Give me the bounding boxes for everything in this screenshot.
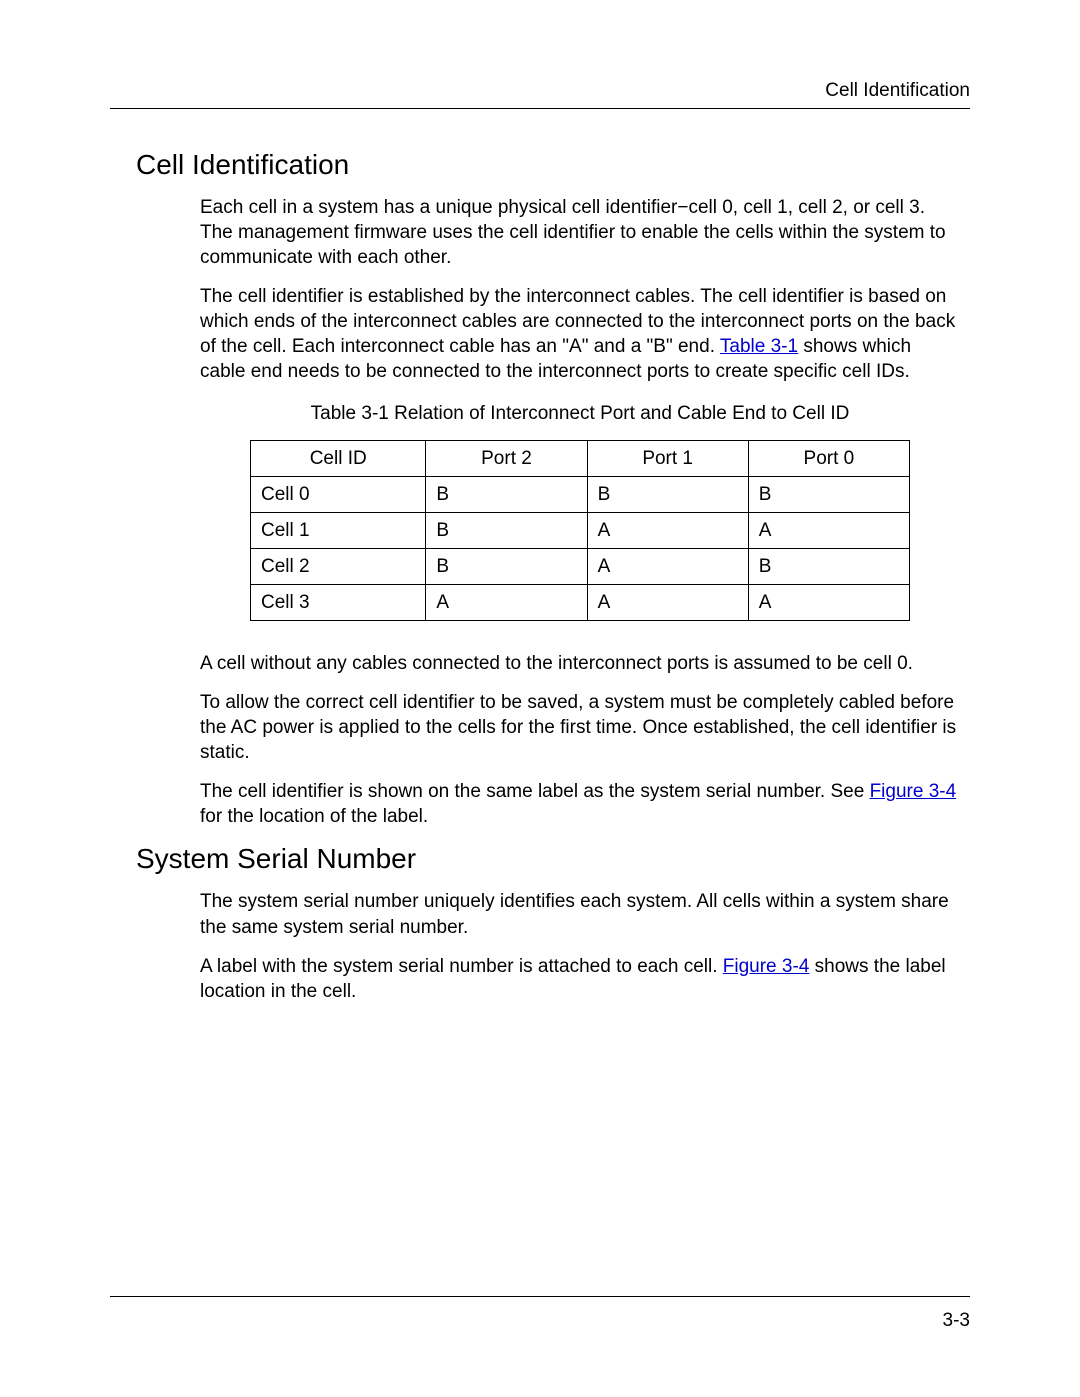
table-header-cell: Port 0: [748, 440, 909, 476]
section1-para4: To allow the correct cell identifier to …: [200, 690, 960, 765]
section2-para2-pre: A label with the system serial number is…: [200, 956, 723, 977]
section-heading-system-serial-number: System Serial Number: [136, 843, 970, 875]
section1-para5-post: for the location of the label.: [200, 806, 428, 827]
table-cell: B: [748, 548, 909, 584]
table-header-row: Cell ID Port 2 Port 1 Port 0: [251, 440, 910, 476]
section1-body: Each cell in a system has a unique physi…: [200, 195, 960, 829]
table-cell: A: [426, 584, 587, 620]
table-cell: B: [426, 512, 587, 548]
table-cell: Cell 0: [251, 476, 426, 512]
table-caption: Table 3-1 Relation of Interconnect Port …: [200, 401, 960, 426]
table-cell: A: [587, 512, 748, 548]
table-row: Cell 0 B B B: [251, 476, 910, 512]
section2-para2: A label with the system serial number is…: [200, 954, 960, 1004]
section-heading-cell-identification: Cell Identification: [136, 149, 970, 181]
section1-para5-pre: The cell identifier is shown on the same…: [200, 781, 870, 802]
table-cell: Cell 3: [251, 584, 426, 620]
section1-para3: A cell without any cables connected to t…: [200, 651, 960, 676]
page: Cell Identification Cell Identification …: [0, 0, 1080, 1397]
table-cell: A: [748, 512, 909, 548]
footer-rule: [110, 1296, 970, 1297]
table-cell: A: [587, 584, 748, 620]
table-cell: B: [426, 548, 587, 584]
section1-para5: The cell identifier is shown on the same…: [200, 779, 960, 829]
section1-para2: The cell identifier is established by th…: [200, 284, 960, 384]
link-table-3-1[interactable]: Table 3-1: [720, 336, 798, 357]
table-header-cell: Port 2: [426, 440, 587, 476]
table-cell: B: [426, 476, 587, 512]
table-row: Cell 2 B A B: [251, 548, 910, 584]
section1-para1: Each cell in a system has a unique physi…: [200, 195, 960, 270]
table-cell: A: [587, 548, 748, 584]
page-number: 3-3: [943, 1310, 970, 1332]
link-figure-3-4[interactable]: Figure 3-4: [870, 781, 957, 802]
table-cell: B: [587, 476, 748, 512]
table-cell: Cell 2: [251, 548, 426, 584]
table-row: Cell 3 A A A: [251, 584, 910, 620]
table-cell: A: [748, 584, 909, 620]
header-rule: [110, 108, 970, 109]
running-header: Cell Identification: [110, 80, 970, 102]
link-figure-3-4-b[interactable]: Figure 3-4: [723, 956, 810, 977]
table-header-cell: Cell ID: [251, 440, 426, 476]
table-cell: B: [748, 476, 909, 512]
table-row: Cell 1 B A A: [251, 512, 910, 548]
table-header-cell: Port 1: [587, 440, 748, 476]
section2-para1: The system serial number uniquely identi…: [200, 889, 960, 939]
table-3-1: Cell ID Port 2 Port 1 Port 0 Cell 0 B B …: [250, 440, 910, 621]
section2-body: The system serial number uniquely identi…: [200, 889, 960, 1003]
table-cell: Cell 1: [251, 512, 426, 548]
